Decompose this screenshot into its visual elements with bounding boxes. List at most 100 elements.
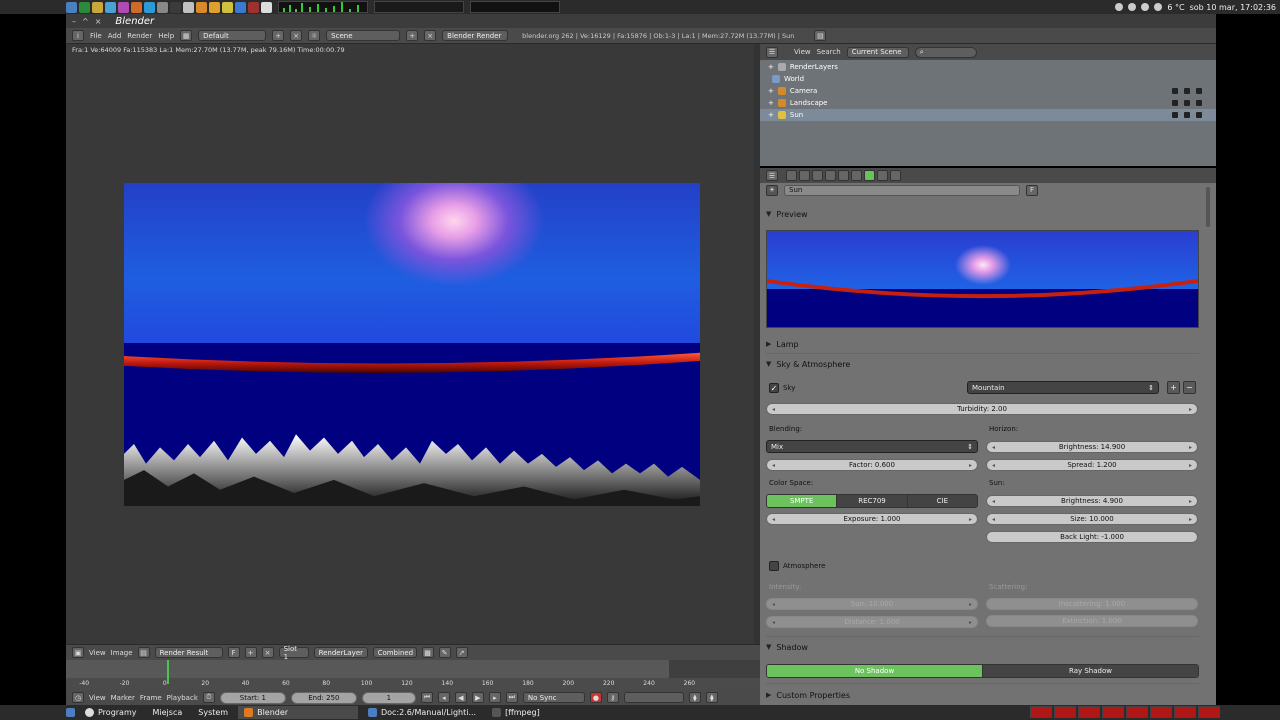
ray-shadow-option[interactable]: Ray Shadow: [983, 665, 1198, 677]
preview-panel-header[interactable]: ▼ Preview: [766, 206, 1198, 222]
select-arrow-icon[interactable]: [1184, 100, 1190, 106]
color-space-cie[interactable]: CIE: [907, 495, 977, 507]
factor-field[interactable]: ◂ Factor: 0.600 ▸: [766, 459, 978, 471]
scene-tab-icon[interactable]: [799, 170, 810, 181]
properties-type-icon[interactable]: ☰: [766, 170, 778, 181]
menu-playback[interactable]: Playback: [167, 694, 198, 702]
scene-field[interactable]: Scene: [326, 30, 401, 41]
exposure-field[interactable]: ◂ Exposure: 1.000 ▸: [766, 513, 978, 525]
object-tab-icon[interactable]: [825, 170, 836, 181]
workspace-5[interactable]: [1126, 706, 1148, 718]
horizon-brightness-field[interactable]: ◂ Brightness: 14.900 ▸: [986, 441, 1198, 453]
render-camera-icon[interactable]: [1196, 88, 1202, 94]
inscattering-slider[interactable]: Inscattering: 1.000: [986, 598, 1198, 610]
preview-range-icon[interactable]: ⏱: [202, 692, 215, 703]
image-name-field[interactable]: Render Result: [154, 647, 223, 658]
render-camera-icon[interactable]: [1196, 100, 1202, 106]
current-frame-field[interactable]: 1: [361, 691, 416, 704]
slot-select[interactable]: Slot 1: [278, 645, 309, 661]
info-extra-icon[interactable]: ▤: [814, 30, 827, 41]
taskbar-window-browser[interactable]: Doc:2.6/Manual/Lighti...: [362, 706, 482, 719]
editor-type-icon[interactable]: i: [72, 30, 84, 41]
keying-set-field[interactable]: [623, 692, 684, 703]
workspace-7[interactable]: [1174, 706, 1196, 718]
lamp-name-field[interactable]: Sun: [784, 184, 1020, 196]
atmosphere-checkbox[interactable]: [769, 561, 779, 571]
no-shadow-option[interactable]: No Shadow: [767, 665, 983, 677]
delete-keyframe-icon[interactable]: ⧫: [705, 692, 718, 703]
menu-programs[interactable]: Programy: [79, 706, 143, 719]
jump-end-icon[interactable]: ⏭: [505, 692, 518, 703]
horizon-spread-field[interactable]: ◂ Spread: 1.200 ▸: [986, 459, 1198, 471]
volume-icon[interactable]: [1154, 3, 1163, 11]
launcher-icon[interactable]: [118, 1, 129, 13]
shadow-panel-header[interactable]: ▼ Shadow: [766, 639, 1198, 655]
timeline-type-icon[interactable]: ◷: [72, 692, 84, 703]
scene-icon[interactable]: ☼: [308, 30, 321, 41]
menu-places[interactable]: Miejsca: [147, 706, 189, 719]
launcher-icon[interactable]: [66, 1, 77, 13]
tray-icon[interactable]: [1115, 3, 1124, 11]
menu-view[interactable]: View: [89, 694, 106, 702]
color-space-rec709[interactable]: REC709: [837, 495, 908, 507]
render-layer-select[interactable]: RenderLayer: [313, 647, 368, 658]
menu-render[interactable]: Render: [127, 32, 152, 40]
close-icon[interactable]: ×: [95, 17, 102, 26]
launcher-icon[interactable]: [183, 1, 194, 13]
blend-mode-select[interactable]: Mix ⇕: [766, 440, 978, 453]
remove-preset-button[interactable]: −: [1183, 381, 1196, 394]
timeline-frames-area[interactable]: [66, 660, 760, 678]
launcher-icon[interactable]: [235, 1, 246, 13]
show-desktop-icon[interactable]: [66, 708, 75, 717]
launcher-icon[interactable]: [261, 1, 272, 13]
workspace-8[interactable]: [1198, 706, 1220, 718]
workspace-2[interactable]: [1054, 706, 1076, 718]
turbidity-field[interactable]: ◂ Turbidity: 2.00 ▸: [766, 403, 1198, 415]
menu-marker[interactable]: Marker: [111, 694, 135, 702]
launcher-icon[interactable]: [92, 1, 103, 13]
sync-mode-select[interactable]: No Sync: [522, 692, 585, 703]
play-icon[interactable]: ▶: [471, 692, 484, 703]
record-icon[interactable]: ●: [589, 692, 602, 703]
sun-size-field[interactable]: ◂ Size: 10.000 ▸: [986, 513, 1198, 525]
visibility-eye-icon[interactable]: [1172, 100, 1178, 106]
sky-panel-header[interactable]: ▼ Sky & Atmosphere: [766, 356, 1198, 372]
color-space-smpte[interactable]: SMPTE: [767, 495, 838, 507]
world-tab-icon[interactable]: [812, 170, 823, 181]
menu-image[interactable]: Image: [111, 649, 133, 657]
extinction-slider[interactable]: Extinction: 1.000: [986, 615, 1198, 627]
pan-icon[interactable]: ↗: [455, 647, 468, 658]
remove-screen-icon[interactable]: ×: [290, 30, 303, 41]
lamp-data-tab-icon[interactable]: [864, 170, 875, 181]
sky-preset-select[interactable]: Mountain ⇕: [967, 381, 1159, 394]
lamp-panel-header[interactable]: ▶ Lamp: [766, 336, 1198, 352]
image-new-icon[interactable]: +: [244, 647, 257, 658]
menu-system[interactable]: System: [192, 706, 234, 719]
workspace-4[interactable]: [1102, 706, 1124, 718]
outliner-item-world[interactable]: World: [760, 73, 1216, 85]
visibility-eye-icon[interactable]: [1172, 112, 1178, 118]
end-frame-field[interactable]: End: 250: [290, 691, 357, 704]
outliner-display-mode-select[interactable]: Current Scene: [846, 46, 909, 58]
outliner-item-renderlayers[interactable]: + RenderLayers: [760, 61, 1216, 73]
workspace-switcher[interactable]: [1030, 706, 1220, 718]
workspace-6[interactable]: [1150, 706, 1172, 718]
texture-tab-icon[interactable]: [877, 170, 888, 181]
render-tab-icon[interactable]: [786, 170, 797, 181]
prev-keyframe-icon[interactable]: ◂: [437, 692, 450, 703]
constraints-tab-icon[interactable]: [838, 170, 849, 181]
timeline[interactable]: -40 -20 0 20 40 60 80 100 120 140 160 180 200 220 240 2…: [66, 660, 760, 690]
screen-layout-icon[interactable]: ▦: [180, 30, 193, 41]
screen-layout-field[interactable]: Default: [198, 30, 267, 41]
render-camera-icon[interactable]: [1196, 112, 1202, 118]
select-arrow-icon[interactable]: [1184, 112, 1190, 118]
taskbar-window-blender[interactable]: Blender: [238, 706, 359, 719]
launcher-icon[interactable]: [248, 1, 259, 13]
start-frame-field[interactable]: Start: 1: [219, 691, 286, 704]
visibility-eye-icon[interactable]: [1172, 88, 1178, 94]
menu-file[interactable]: File: [90, 32, 102, 40]
add-preset-button[interactable]: +: [1167, 381, 1180, 394]
launcher-icon[interactable]: [170, 1, 181, 13]
render-engine-select[interactable]: Blender Render: [442, 30, 509, 41]
insert-keyframe-icon[interactable]: ⧫: [688, 692, 701, 703]
